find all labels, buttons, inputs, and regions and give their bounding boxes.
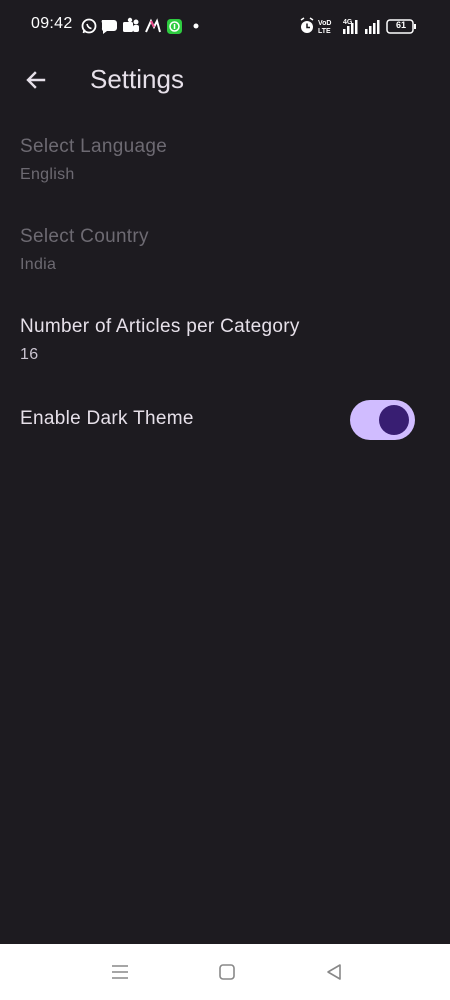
app-bar: Settings xyxy=(0,52,450,108)
settings-screen: 09:42 VoD LTE 4G 61 Settings Select Lang… xyxy=(0,0,450,1000)
svg-text:LTE: LTE xyxy=(318,28,331,35)
teams-icon xyxy=(123,17,139,32)
arrow-back-icon xyxy=(26,71,46,89)
dot-icon xyxy=(193,23,199,29)
status-time: 09:42 xyxy=(31,15,73,32)
system-nav-bar xyxy=(0,944,450,1000)
setting-title: Number of Articles per Category xyxy=(20,316,300,337)
volte-icon: VoD LTE xyxy=(318,20,331,35)
back-triangle-icon xyxy=(327,964,341,980)
notification-icons xyxy=(81,17,199,34)
setting-title: Enable Dark Theme xyxy=(20,408,194,429)
battery-level: 61 xyxy=(395,20,406,30)
setting-enable-dark-theme[interactable]: Enable Dark Theme xyxy=(20,408,330,430)
status-bar: 09:42 VoD LTE 4G 61 xyxy=(0,0,450,52)
alarm-icon xyxy=(300,17,314,33)
back-button[interactable] xyxy=(16,60,56,100)
setting-value: English xyxy=(20,166,75,183)
setting-value: 16 xyxy=(20,346,39,363)
signal-4g-icon: 4G xyxy=(343,19,358,34)
home-button[interactable] xyxy=(213,958,241,986)
recent-apps-button[interactable] xyxy=(106,958,134,986)
setting-title: Select Country xyxy=(20,226,149,247)
menu-icon xyxy=(112,965,128,979)
app-icon xyxy=(145,18,161,33)
setting-value: India xyxy=(20,256,57,273)
chat-icon xyxy=(101,20,117,34)
signal-icon xyxy=(365,20,380,34)
dark-theme-toggle[interactable] xyxy=(350,400,415,440)
toggle-knob xyxy=(379,405,409,435)
page-title: Settings xyxy=(90,64,184,94)
whatsapp-icon xyxy=(81,18,97,34)
green-app-icon xyxy=(167,19,182,34)
svg-text:VoD: VoD xyxy=(318,20,331,27)
system-back-button[interactable] xyxy=(320,958,348,986)
setting-select-language[interactable]: Select Language English xyxy=(20,136,430,184)
home-square-icon xyxy=(219,964,235,980)
setting-select-country[interactable]: Select Country India xyxy=(20,226,430,274)
setting-title: Select Language xyxy=(20,136,168,157)
setting-articles-per-category[interactable]: Number of Articles per Category 16 xyxy=(20,316,430,364)
